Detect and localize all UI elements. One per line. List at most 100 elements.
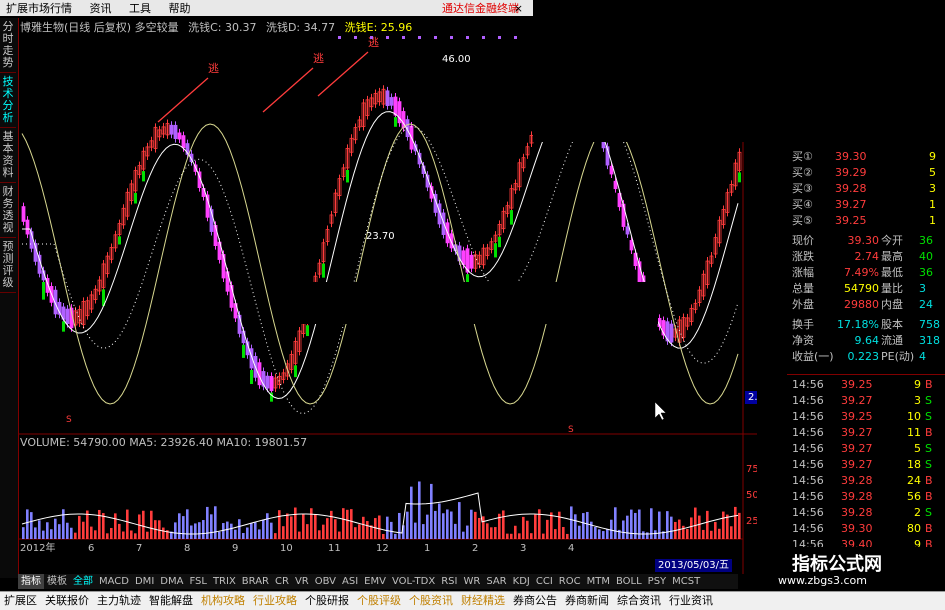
bottom-tab[interactable]: 扩展区 (0, 592, 41, 609)
tab-intraday[interactable]: 分时走势 (0, 18, 16, 73)
tab-technical-analysis[interactable]: 技术分析 (0, 73, 16, 128)
bottom-tab[interactable]: 个股资讯 (405, 592, 457, 609)
chart-title-e: 洗钱E: 25.96 (344, 21, 413, 34)
volume-bar (654, 530, 657, 539)
volume-bar (206, 506, 209, 539)
volume-bar (394, 533, 397, 539)
indicator-tab[interactable]: SAR (483, 574, 509, 589)
volume-bar (298, 531, 301, 539)
volume-bar (334, 519, 337, 539)
indicator-tab[interactable]: EMV (361, 574, 389, 589)
tick-price: 39.28 (841, 474, 873, 487)
volume-bar (70, 527, 73, 539)
tab-finance[interactable]: 财务透视 (0, 183, 16, 238)
bottom-tab[interactable]: 行业攻略 (249, 592, 301, 609)
blank-overlay-mid (286, 282, 658, 324)
indicator-tab[interactable]: BOLL (613, 574, 645, 589)
indicator-tab[interactable]: OBV (312, 574, 339, 589)
bottom-tab[interactable]: 个股评级 (353, 592, 405, 609)
indicator-tab[interactable]: 指标 (18, 574, 44, 589)
menu-item-market[interactable]: 扩展市场行情 (0, 0, 80, 16)
volume-bar (426, 514, 429, 539)
volume-bar (454, 523, 457, 539)
indicator-tab[interactable]: CR (272, 574, 292, 589)
volume-bar (658, 511, 661, 539)
indicator-tab[interactable]: RSI (438, 574, 460, 589)
bottom-tab[interactable]: 机构攻略 (197, 592, 249, 609)
volume-bar (258, 529, 261, 539)
tab-rating[interactable]: 预测评级 (0, 238, 16, 293)
volume-bar (614, 507, 617, 539)
indicator-tab[interactable]: DMA (157, 574, 186, 589)
volume-title: VOLUME: 54790.00 MA5: 23926.40 MA10: 198… (20, 436, 308, 449)
volume-bar (650, 508, 653, 539)
indicator-tab[interactable]: ROC (556, 574, 584, 589)
candle-body (469, 254, 474, 269)
volume-bar (378, 515, 381, 539)
indicator-tab[interactable]: PSY (645, 574, 670, 589)
volume-bar (270, 522, 273, 539)
volume-bar (710, 530, 713, 539)
signal-bar (394, 117, 397, 127)
x-axis-label: 12 (376, 543, 389, 554)
bottom-tab[interactable]: 智能解盘 (145, 592, 197, 609)
tab-basic-info[interactable]: 基本资料 (0, 128, 16, 183)
indicator-tab[interactable]: DMI (132, 574, 157, 589)
stat-label: 外盘 (792, 298, 814, 311)
stat-value: 0.223 (847, 350, 880, 363)
stat-label-2: 内盘 (881, 298, 903, 311)
candle-body (25, 219, 30, 235)
indicator-tab[interactable]: MCST (669, 574, 703, 589)
indicator-tab[interactable]: KDJ (510, 574, 533, 589)
x-axis-label: 9 (232, 543, 238, 554)
indicator-tab[interactable]: WR (460, 574, 483, 589)
close-icon[interactable]: × (508, 0, 531, 16)
tick-time: 14:56 (792, 426, 824, 439)
menu-item-tools[interactable]: 工具 (123, 0, 159, 16)
tick-price: 39.27 (841, 426, 873, 439)
indicator-tab[interactable]: VR (292, 574, 312, 589)
bid-price: 39.25 (835, 214, 867, 227)
watermark-title: 指标公式网 (792, 554, 882, 575)
bottom-tab[interactable]: 券商公告 (509, 592, 561, 609)
indicator-tab[interactable]: MACD (96, 574, 132, 589)
date-label: 2013/05/03/五 (655, 559, 733, 572)
indicator-tab[interactable]: MTM (584, 574, 613, 589)
menu-item-news[interactable]: 资讯 (84, 0, 120, 16)
bid-label: 买④ (792, 198, 813, 211)
volume-bar (550, 512, 553, 539)
indicator-tab[interactable]: TRIX (210, 574, 239, 589)
indicator-tab[interactable]: VOL-TDX (389, 574, 438, 589)
indicator-tabs: 指标 模板 全部 MACD DMI DMA FSL TRIX BRAR CR VR OBV ASI EMV… (18, 574, 738, 589)
bottom-tab[interactable]: 个股研报 (301, 592, 353, 609)
indicator-tab[interactable]: FSL (186, 574, 210, 589)
volume-bar (358, 524, 361, 539)
indicator-tab[interactable]: 模板 (44, 574, 70, 589)
indicator-tab[interactable]: ASI (339, 574, 361, 589)
volume-bar (566, 533, 569, 539)
bottom-tab[interactable]: 关联报价 (41, 592, 93, 609)
indicator-tab[interactable]: CCI (533, 574, 556, 589)
volume-bar (690, 517, 693, 539)
bottom-tab[interactable]: 财经精选 (457, 592, 509, 609)
tick-price: 39.27 (841, 394, 873, 407)
tick-side: B (925, 490, 933, 503)
indicator-tab[interactable]: 全部 (70, 574, 96, 589)
volume-bar (730, 526, 733, 539)
indicator-tab[interactable]: BRAR (239, 574, 272, 589)
bottom-tab[interactable]: 主力轨迹 (93, 592, 145, 609)
volume-bar (530, 533, 533, 539)
volume-bar (294, 507, 297, 539)
menu-item-help[interactable]: 帮助 (163, 0, 199, 16)
bottom-tab[interactable]: 综合资讯 (613, 592, 665, 609)
bottom-tab[interactable]: 券商新闻 (561, 592, 613, 609)
volume-bar (214, 506, 217, 539)
volume-bar (302, 513, 305, 539)
volume-bar (686, 528, 689, 539)
volume-bar (98, 509, 101, 539)
volume-bar (110, 527, 113, 539)
volume-bar (114, 513, 117, 539)
stat-value-2: 24 (919, 298, 933, 311)
signal-dot (434, 36, 437, 39)
bottom-tab[interactable]: 行业资讯 (665, 592, 717, 609)
